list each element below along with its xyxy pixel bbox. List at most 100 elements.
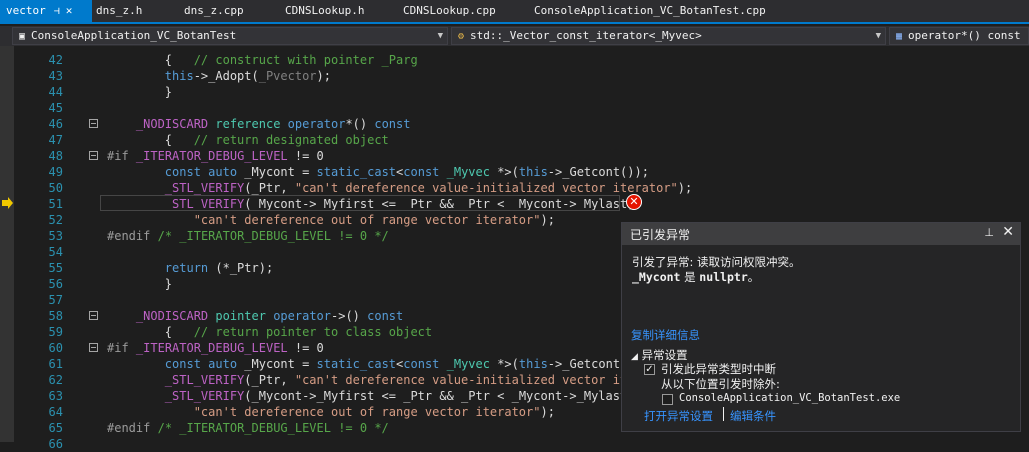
detail-connector: 是 bbox=[680, 270, 700, 284]
project-label: ConsoleApplication_VC_BotanTest bbox=[31, 29, 237, 42]
tab-cdnslookup-h[interactable]: CDNSLookup.h bbox=[285, 0, 364, 22]
member-dropdown[interactable]: ▦ operator*() const bbox=[889, 27, 1029, 45]
collapse-icon[interactable] bbox=[89, 151, 98, 160]
pin-icon[interactable]: ⊣ bbox=[54, 6, 60, 17]
code-line[interactable]: 49 const auto _Mycont = static_cast<cons… bbox=[14, 164, 1029, 180]
code-text: _NODISCARD reference operator*() const bbox=[135, 117, 411, 131]
document-tab-bar: vector ⊣ ✕ dns_z.h dns_z.cpp CDNSLookup.h … bbox=[0, 0, 1029, 24]
code-text: { // construct with pointer _Parg bbox=[107, 53, 418, 67]
code-line[interactable]: 47 { // return designated object bbox=[14, 132, 1029, 148]
code-text: const auto _Mycont = static_cast<const _… bbox=[164, 357, 642, 371]
exception-detail: _Mycont 是 nullptr。 bbox=[632, 269, 759, 285]
code-text: _STL_VERIFY(_Ptr, "can't dereference val… bbox=[164, 181, 693, 195]
line-number: 57 bbox=[48, 293, 63, 307]
code-line[interactable]: 48 #if _ITERATOR_DEBUG_LEVEL != 0 bbox=[14, 148, 1029, 164]
collapse-icon[interactable] bbox=[89, 343, 98, 352]
edit-conditions-link[interactable]: 编辑条件 bbox=[730, 408, 776, 424]
collapse-icon[interactable] bbox=[89, 119, 98, 128]
code-text: "can't dereference out of range vector i… bbox=[193, 213, 555, 227]
code-line[interactable]: 46 _NODISCARD reference operator*() cons… bbox=[14, 116, 1029, 132]
code-text: { // return designated object bbox=[107, 133, 389, 147]
code-text: #endif /* _ITERATOR_DEBUG_LEVEL != 0 */ bbox=[107, 421, 389, 435]
pin-icon[interactable]: ⊥ bbox=[984, 226, 994, 239]
tab-label: CDNSLookup.cpp bbox=[403, 4, 496, 17]
line-number: 54 bbox=[48, 245, 63, 259]
current-line-highlight bbox=[100, 195, 620, 211]
close-icon[interactable]: ✕ bbox=[1002, 224, 1014, 240]
method-icon: ▦ bbox=[895, 31, 903, 42]
tab-main-cpp[interactable]: ConsoleApplication_VC_BotanTest.cpp bbox=[534, 0, 766, 22]
code-text: #endif /* _ITERATOR_DEBUG_LEVEL != 0 */ bbox=[107, 229, 389, 243]
code-line[interactable]: 44 } bbox=[14, 84, 1029, 100]
link-separator bbox=[723, 407, 724, 421]
code-line[interactable]: 43 this->_Adopt(_Pvector); bbox=[14, 68, 1029, 84]
line-number: 44 bbox=[48, 85, 63, 99]
line-number: 45 bbox=[48, 101, 63, 115]
chevron-down-icon: ▼ bbox=[437, 31, 443, 41]
line-number: 61 bbox=[48, 357, 63, 371]
tab-label: CDNSLookup.h bbox=[285, 4, 365, 17]
code-text: _STL_VERIFY(_Mycont->_Myfirst <= _Ptr &&… bbox=[164, 389, 635, 403]
module-checkbox[interactable] bbox=[662, 394, 673, 405]
code-line[interactable]: 66 bbox=[14, 436, 1029, 452]
code-text: return (*_Ptr); bbox=[164, 261, 274, 275]
tab-label: dns_z.h bbox=[96, 4, 143, 17]
open-settings-link[interactable]: 打开异常设置 bbox=[644, 408, 713, 424]
detail-end: 。 bbox=[747, 270, 760, 284]
exception-message: 引发了异常: 读取访问权限冲突。 bbox=[632, 255, 801, 269]
line-number: 48 bbox=[48, 149, 63, 163]
exception-icon[interactable]: ✕ bbox=[626, 194, 642, 210]
tab-vector[interactable]: vector ⊣ ✕ bbox=[0, 0, 92, 22]
line-number: 51 bbox=[48, 197, 63, 211]
line-number: 58 bbox=[48, 309, 63, 323]
line-number: 43 bbox=[48, 69, 63, 83]
settings-header: 异常设置 bbox=[641, 348, 688, 362]
line-number: 64 bbox=[48, 405, 63, 419]
tab-label: dns_z.cpp bbox=[184, 4, 244, 17]
close-icon[interactable]: ✕ bbox=[66, 4, 73, 17]
code-line[interactable]: 45 bbox=[14, 100, 1029, 116]
line-number: 52 bbox=[48, 213, 63, 227]
popup-title: 已引发异常 bbox=[630, 228, 691, 242]
code-line[interactable]: 50 _STL_VERIFY(_Ptr, "can't dereference … bbox=[14, 180, 1029, 196]
line-number: 47 bbox=[48, 133, 63, 147]
copy-details-link[interactable]: 复制详细信息 bbox=[631, 327, 700, 343]
project-dropdown[interactable]: ▣ ConsoleApplication_VC_BotanTest ▼ bbox=[12, 27, 448, 45]
tab-label: ConsoleApplication_VC_BotanTest.cpp bbox=[534, 4, 766, 17]
code-text: _STL_VERIFY(_Ptr, "can't dereference val… bbox=[164, 373, 642, 387]
code-text: { // return pointer to class object bbox=[107, 325, 433, 339]
line-number: 46 bbox=[48, 117, 63, 131]
code-line[interactable]: 42 { // construct with pointer _Parg bbox=[14, 52, 1029, 68]
member-label: operator*() const bbox=[908, 29, 1021, 42]
code-text: #if _ITERATOR_DEBUG_LEVEL != 0 bbox=[107, 341, 324, 355]
tab-dns-z-cpp[interactable]: dns_z.cpp bbox=[184, 0, 244, 22]
tab-dns-z-h[interactable]: dns_z.h bbox=[96, 0, 142, 22]
line-number: 42 bbox=[48, 53, 63, 67]
scope-label: std::_Vector_const_iterator<_Myvec> bbox=[470, 29, 702, 42]
line-number: 53 bbox=[48, 229, 63, 243]
line-number: 50 bbox=[48, 181, 63, 195]
code-text: #if _ITERATOR_DEBUG_LEVEL != 0 bbox=[107, 149, 324, 163]
code-text: "can't dereference out of range vector i… bbox=[193, 405, 555, 419]
popup-header: 已引发异常 ⊥ ✕ bbox=[622, 223, 1020, 245]
code-text: this->_Adopt(_Pvector); bbox=[164, 69, 331, 83]
variable-value: nullptr bbox=[699, 270, 748, 284]
line-number: 59 bbox=[48, 325, 63, 339]
code-text: } bbox=[107, 85, 173, 99]
tab-cdnslookup-cpp[interactable]: CDNSLookup.cpp bbox=[403, 0, 496, 22]
code-text: _NODISCARD pointer operator->() const bbox=[135, 309, 404, 323]
exception-popup: 已引发异常 ⊥ ✕ 引发了异常: 读取访问权限冲突。 _Mycont 是 nul… bbox=[621, 222, 1021, 432]
variable-name: _Mycont bbox=[632, 270, 681, 284]
next-statement-arrow-icon bbox=[2, 197, 13, 209]
collapse-triangle-icon: ◢ bbox=[631, 352, 638, 362]
break-checkbox[interactable]: ✓ bbox=[644, 364, 655, 375]
scope-dropdown[interactable]: ⚙ std::_Vector_const_iterator<_Myvec> ▼ bbox=[451, 27, 886, 45]
line-number: 60 bbox=[48, 341, 63, 355]
chevron-down-icon: ▼ bbox=[875, 31, 881, 41]
collapse-icon[interactable] bbox=[89, 311, 98, 320]
code-text: const auto _Mycont = static_cast<const _… bbox=[164, 165, 649, 179]
line-number: 66 bbox=[48, 437, 63, 451]
line-number: 55 bbox=[48, 261, 63, 275]
module-label: ConsoleApplication_VC_BotanTest.exe bbox=[679, 392, 901, 404]
code-text: } bbox=[107, 277, 173, 291]
